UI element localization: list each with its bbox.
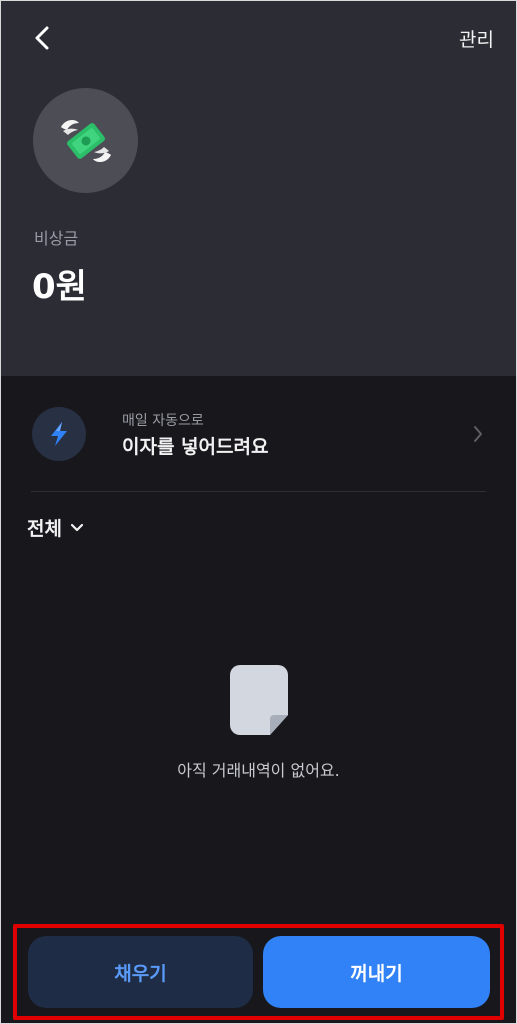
account-header: 관리 비상금 0원 — [1, 1, 516, 376]
chevron-right-icon — [474, 426, 482, 442]
account-name: 비상금 — [34, 229, 79, 248]
interest-promo-banner[interactable]: 매일 자동으로 이자를 넣어드려요 — [1, 390, 516, 478]
document-icon — [229, 665, 288, 735]
manage-button[interactable]: 관리 — [459, 25, 494, 52]
account-avatar — [33, 88, 138, 193]
back-button[interactable] — [25, 21, 59, 55]
promo-subtitle: 매일 자동으로 — [122, 413, 204, 429]
chevron-down-icon — [70, 523, 84, 531]
empty-state-message: 아직 거래내역이 없어요. — [177, 761, 340, 780]
fill-button[interactable]: 채우기 — [28, 936, 253, 1008]
chevron-left-icon — [35, 26, 49, 50]
transaction-filter-dropdown[interactable]: 전체 — [27, 514, 84, 541]
promo-title: 이자를 넣어드려요 — [122, 436, 269, 458]
winged-money-icon — [60, 119, 111, 162]
empty-state: 아직 거래내역이 없어요. — [0, 665, 517, 781]
lightning-icon — [51, 422, 67, 446]
withdraw-button[interactable]: 꺼내기 — [263, 936, 490, 1008]
promo-icon-badge — [32, 407, 86, 461]
section-divider — [31, 491, 486, 492]
filter-label: 전체 — [27, 518, 62, 540]
account-balance: 0원 — [32, 267, 87, 307]
